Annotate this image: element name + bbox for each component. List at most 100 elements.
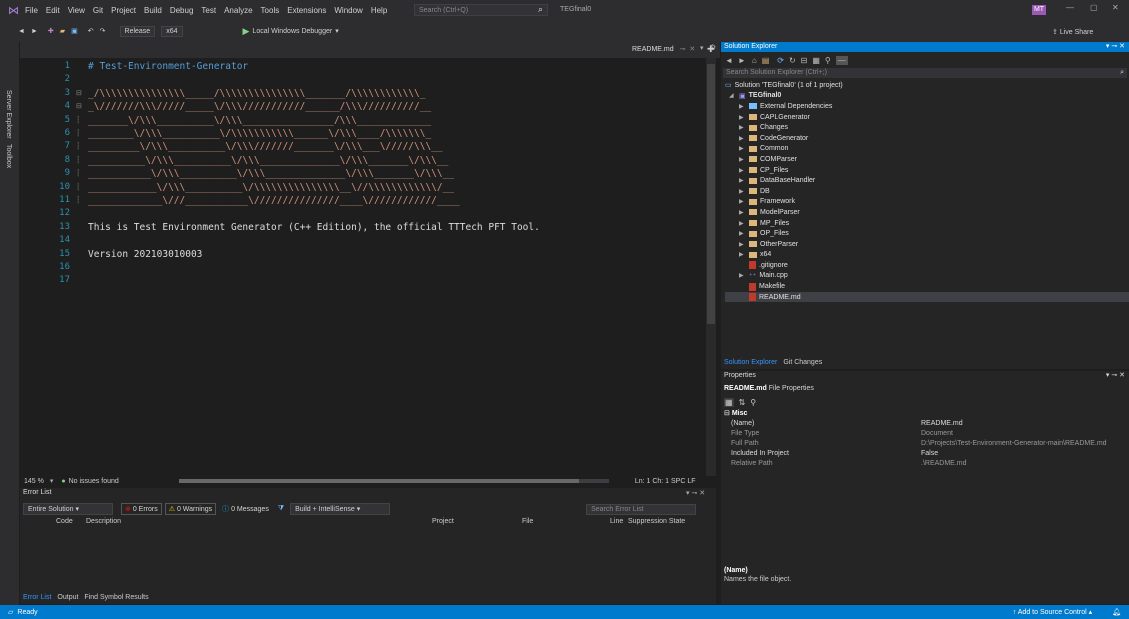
panel-controls-se[interactable]: ▾ ⊸ ✕	[1106, 42, 1125, 52]
expanded-icon[interactable]: ◢	[729, 92, 739, 99]
menu-item-debug[interactable]: Debug	[170, 6, 194, 15]
tree-item[interactable]: ▶ ModelParser	[725, 207, 1129, 218]
filter-icon[interactable]: ⧩	[278, 505, 284, 513]
open-icon[interactable]: ▰	[60, 27, 65, 35]
start-debug-icon[interactable]: ▶	[243, 26, 250, 37]
menu-item-analyze[interactable]: Analyze	[224, 6, 252, 15]
col-project[interactable]: Project	[432, 518, 454, 525]
categorized-icon[interactable]: ▦	[724, 397, 734, 407]
back-icon[interactable]: ◄	[18, 28, 25, 35]
menu-item-tools[interactable]: Tools	[261, 6, 280, 15]
col-file[interactable]: File	[522, 518, 533, 525]
tree-item[interactable]: ▶ Changes	[725, 122, 1129, 133]
zoom-select[interactable]: 145 %	[24, 478, 44, 485]
category-misc[interactable]: ⊟ Misc	[721, 409, 1129, 419]
avatar[interactable]: MT	[1032, 5, 1046, 15]
warnings-filter-button[interactable]: ⚠ 0 Warnings	[164, 503, 217, 515]
solution-node[interactable]: ▭ Solution 'TEGfinal0' (1 of 1 project)	[725, 80, 1129, 91]
close-button[interactable]: ✕	[1112, 3, 1119, 12]
expand-icon[interactable]: ▶	[739, 188, 749, 195]
refresh-icon[interactable]: ↻	[789, 56, 796, 65]
tab-find-symbol[interactable]: Find Symbol Results	[84, 594, 148, 601]
col-suppression[interactable]: Suppression State	[628, 518, 685, 525]
search-input[interactable]: Search (Ctrl+Q)	[414, 4, 548, 16]
save-icon[interactable]: ▣	[71, 27, 78, 35]
menu-item-project[interactable]: Project	[111, 6, 136, 15]
expand-icon[interactable]: ▶	[739, 135, 749, 142]
tree-item[interactable]: ▶ x64	[725, 250, 1129, 261]
preview-icon[interactable]: —	[835, 55, 848, 65]
errors-filter-button[interactable]: ⊗ 0 Errors	[121, 503, 162, 515]
expand-icon[interactable]: ▶	[739, 167, 749, 174]
expand-icon[interactable]: ▶	[739, 251, 749, 258]
property-row[interactable]: (Name) README.md	[721, 419, 1129, 429]
tree-item[interactable]: ▶ OP_Files	[725, 228, 1129, 239]
debugger-button[interactable]: Local Windows Debugger	[252, 28, 332, 35]
tree-item[interactable]: ▶ DB	[725, 186, 1129, 197]
sync-icon[interactable]: ⟳	[777, 56, 784, 65]
tab-git-changes[interactable]: Git Changes	[783, 359, 822, 366]
expand-icon[interactable]: ▶	[739, 209, 749, 216]
tab-solution-explorer[interactable]: Solution Explorer	[724, 359, 777, 366]
properties-icon[interactable]: ⚲	[825, 56, 831, 65]
server-explorer-tab[interactable]: Server Explorer	[5, 90, 12, 139]
menu-item-view[interactable]: View	[68, 6, 85, 15]
toolbox-tab[interactable]: Toolbox	[5, 144, 12, 168]
horizontal-scrollbar[interactable]	[178, 479, 609, 483]
split-editor-icon[interactable]: ✚	[707, 44, 715, 55]
tree-item[interactable]: ▶ COMParser	[725, 154, 1129, 165]
expand-icon[interactable]: ▶	[739, 156, 749, 163]
live-share-button[interactable]: ⇪ Live Share	[1052, 28, 1093, 36]
menu-item-file[interactable]: File	[25, 6, 38, 15]
expand-icon[interactable]: ▶	[739, 114, 749, 121]
alphabetical-icon[interactable]: ⇅	[739, 398, 746, 407]
col-code[interactable]: Code	[56, 518, 73, 525]
tab-readme[interactable]: README.md ⊸ ✕	[632, 45, 695, 53]
debugger-dropdown-icon[interactable]: ▾	[335, 27, 339, 35]
tab-dropdown-icon[interactable]: ▾	[700, 44, 704, 52]
tree-item[interactable]: ▶ CAPLGenerator	[725, 112, 1129, 123]
fold-icon[interactable]: ⊟	[76, 102, 82, 110]
menu-item-help[interactable]: Help	[371, 6, 387, 15]
issues-label[interactable]: No issues found	[69, 478, 119, 485]
redo-icon[interactable]: ↷	[100, 27, 106, 35]
messages-filter-button[interactable]: ⓘ 0 Messages	[219, 503, 272, 515]
tree-item[interactable]: ▶ Common	[725, 144, 1129, 155]
col-line[interactable]: Line	[610, 518, 623, 525]
panel-controls-props[interactable]: ▾ ⊸ ✕	[1106, 371, 1125, 381]
tree-item[interactable]: README.md	[725, 291, 1129, 303]
menu-item-window[interactable]: Window	[334, 6, 362, 15]
switch-view-icon[interactable]: ▤	[762, 56, 770, 65]
expand-icon[interactable]: ▶	[739, 103, 749, 110]
tree-item[interactable]: Makefile	[725, 281, 1129, 292]
build-filter-select[interactable]: Build + IntelliSense ▾	[290, 503, 391, 515]
search-icon[interactable]: ⌕	[1120, 68, 1124, 78]
new-project-icon[interactable]: ✚	[48, 27, 54, 35]
show-all-icon[interactable]: ▦	[812, 56, 820, 65]
expand-icon[interactable]: ▶	[739, 241, 749, 248]
se-search-input[interactable]: Search Solution Explorer (Ctrl+;) ⌕	[723, 68, 1127, 78]
config-select[interactable]: Release	[119, 25, 156, 37]
code-editor[interactable]: 1 2 3 4 5 6 7 8 9 10 11 12 13 14 15 16 17 # Test-Environ…	[20, 58, 706, 476]
tree-item[interactable]: .gitignore	[725, 260, 1129, 271]
maximize-button[interactable]: ▢	[1090, 3, 1098, 12]
menu-item-extensions[interactable]: Extensions	[287, 6, 326, 15]
property-row[interactable]: Relative Path .\README.md	[721, 459, 1129, 469]
undo-icon[interactable]: ↶	[88, 27, 94, 35]
tree-item[interactable]: ▶ Framework	[725, 197, 1129, 208]
scope-select[interactable]: Entire Solution ▾	[23, 503, 113, 515]
tree-item[interactable]: ▶ External Dependencies	[725, 101, 1129, 112]
expand-icon[interactable]: ▶	[739, 272, 749, 279]
expand-icon[interactable]: ▶	[739, 124, 749, 131]
project-node[interactable]: ◢ ▣ TEGfinal0	[725, 91, 1129, 102]
tree-item[interactable]: ▶ ⁺⁺ Main.cpp	[725, 271, 1129, 282]
property-pages-icon[interactable]: ⚲	[750, 398, 756, 407]
tree-item[interactable]: ▶ OtherParser	[725, 239, 1129, 250]
forward-icon[interactable]: ►	[738, 56, 746, 65]
tab-output[interactable]: Output	[57, 594, 78, 601]
property-row[interactable]: Full Path D:\Projects\Test-Environment-Ge…	[721, 439, 1129, 449]
property-row[interactable]: File Type Document	[721, 429, 1129, 439]
home-icon[interactable]: ⌂	[752, 56, 757, 65]
close-tab-icon[interactable]: ✕	[689, 46, 695, 53]
expand-icon[interactable]: ▶	[739, 220, 749, 227]
